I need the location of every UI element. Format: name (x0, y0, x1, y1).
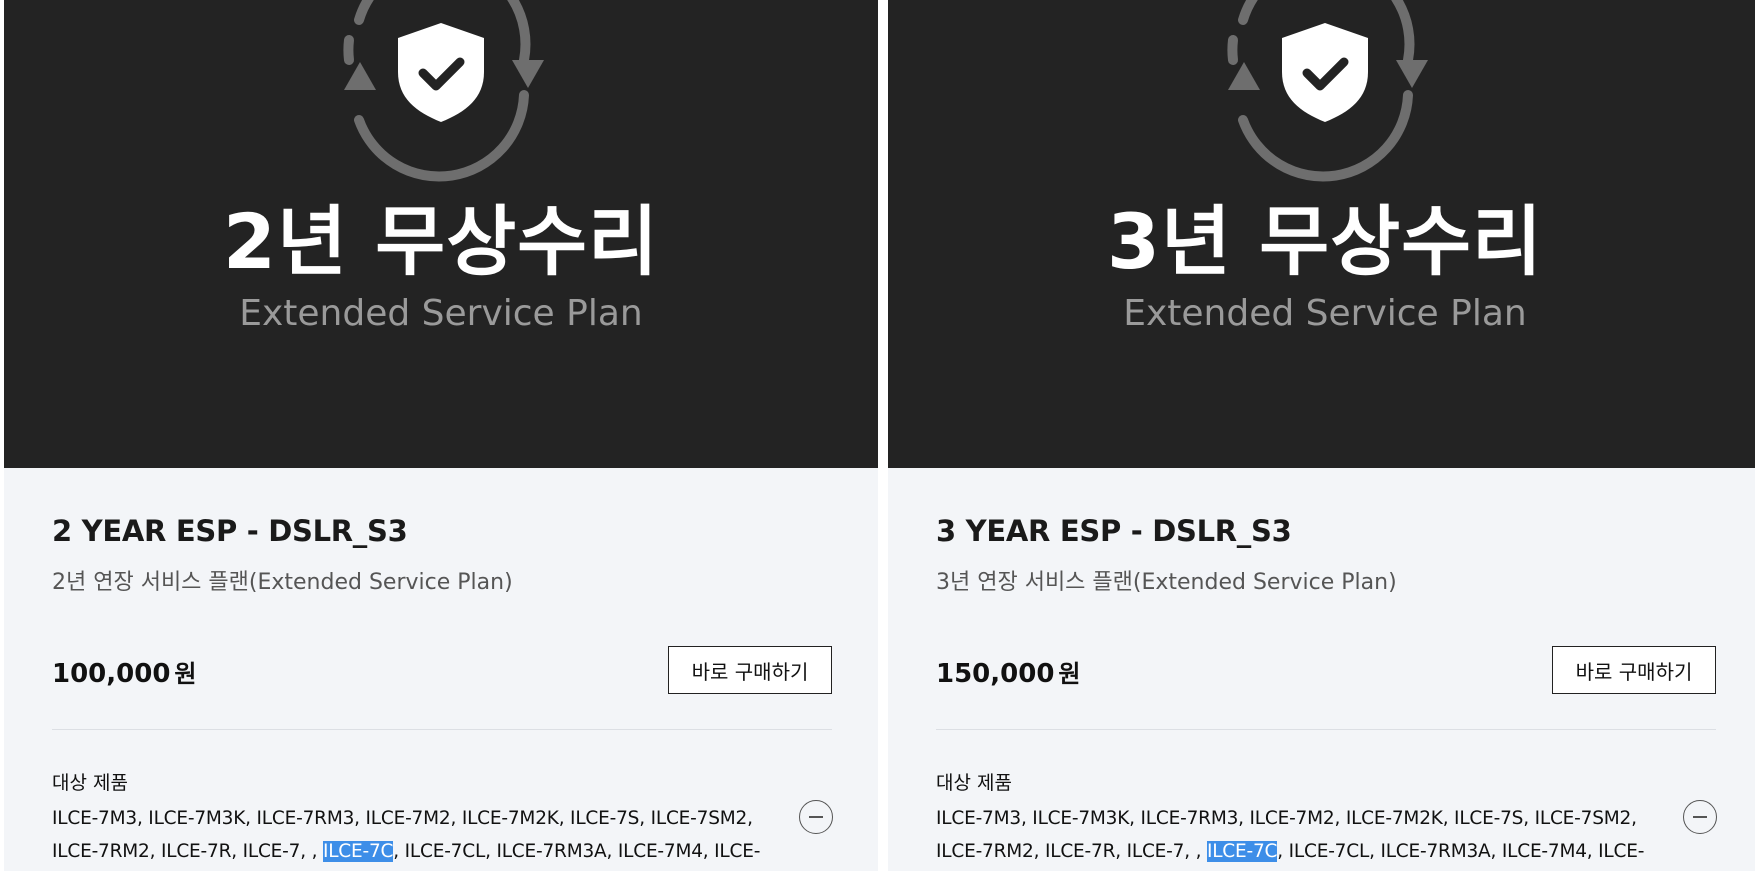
price-value: 100,000 (52, 659, 171, 689)
product-card-2year: 2년 무상수리 Extended Service Plan 2 YEAR ESP… (4, 0, 878, 871)
target-products-list: ILCE-7M3, ILCE-7M3K, ILCE-7RM3, ILCE-7M2… (936, 802, 1671, 871)
product-hero-image: 3년 무상수리 Extended Service Plan (888, 0, 1755, 468)
hero-subtitle: Extended Service Plan (239, 293, 643, 334)
target-products-list: ILCE-7M3, ILCE-7M3K, ILCE-7RM3, ILCE-7M2… (52, 802, 787, 871)
target-products-label: 대상 제품 (936, 772, 1012, 794)
target-products-label: 대상 제품 (52, 772, 128, 794)
buy-now-button[interactable]: 바로 구매하기 (668, 646, 832, 694)
product-price: 150,000 원 (936, 654, 1081, 689)
hero-subtitle: Extended Service Plan (1123, 293, 1527, 334)
product-hero-image: 2년 무상수리 Extended Service Plan (4, 0, 878, 468)
hero-title: 2년 무상수리 (223, 197, 659, 286)
minus-circle-icon[interactable] (1683, 800, 1717, 834)
models-highlight: ILCE-7C (1206, 841, 1278, 862)
price-value: 150,000 (936, 659, 1055, 689)
product-description: 3년 연장 서비스 플랜(Extended Service Plan) (936, 570, 1397, 595)
models-highlight: ILCE-7C (322, 841, 394, 862)
product-name: 2 YEAR ESP - DSLR_S3 (52, 514, 408, 548)
price-currency: 원 (1058, 660, 1081, 688)
divider (52, 729, 832, 730)
product-name: 3 YEAR ESP - DSLR_S3 (936, 514, 1292, 548)
divider (936, 729, 1716, 730)
product-price: 100,000 원 (52, 654, 197, 689)
price-currency: 원 (174, 660, 197, 688)
product-description: 2년 연장 서비스 플랜(Extended Service Plan) (52, 570, 513, 595)
minus-circle-icon[interactable] (799, 800, 833, 834)
product-card-3year: 3년 무상수리 Extended Service Plan 3 YEAR ESP… (888, 0, 1755, 871)
buy-now-button[interactable]: 바로 구매하기 (1552, 646, 1716, 694)
hero-title: 3년 무상수리 (1107, 197, 1543, 286)
